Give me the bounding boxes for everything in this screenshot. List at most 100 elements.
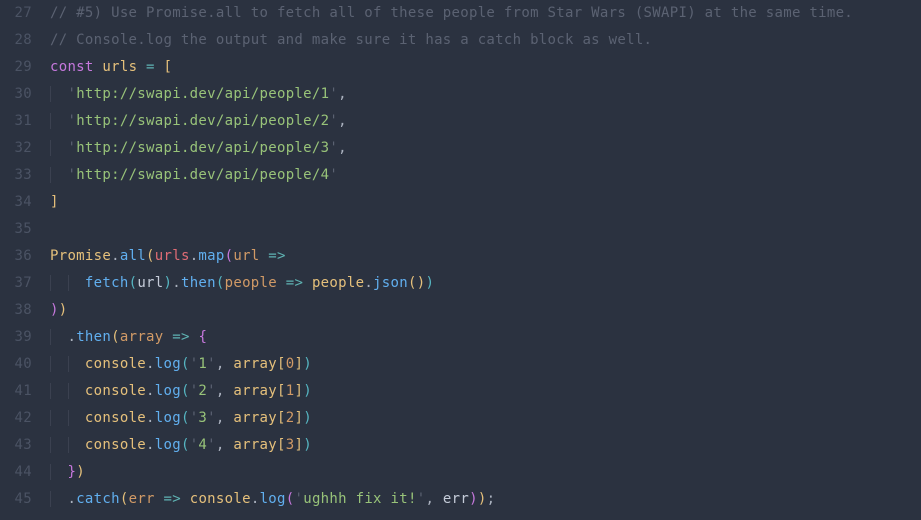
token-punct: ,	[338, 140, 347, 156]
token-punct: .	[146, 410, 155, 426]
token-bracket-b: )	[425, 275, 434, 291]
code-line[interactable]: console.log('2', array[1])	[50, 378, 921, 405]
indent	[50, 167, 67, 183]
code-line[interactable]: ))	[50, 297, 921, 324]
indent	[50, 437, 85, 453]
token-bracket-y: )	[76, 464, 85, 480]
token-bracket-y: (	[146, 248, 155, 264]
token-punct: .	[67, 329, 76, 345]
code-line[interactable]: // #5) Use Promise.all to fetch all of t…	[50, 0, 921, 27]
token-bracket-p: )	[469, 491, 478, 507]
indent	[50, 329, 67, 345]
code-line[interactable]: console.log('3', array[2])	[50, 405, 921, 432]
token-param: array	[120, 329, 164, 345]
line-number: 42	[0, 405, 32, 432]
token-punct: .	[172, 275, 181, 291]
token-strq: '	[67, 113, 76, 129]
token-ident: url	[137, 275, 163, 291]
line-number: 33	[0, 162, 32, 189]
token-ident	[155, 491, 164, 507]
code-area[interactable]: // #5) Use Promise.all to fetch all of t…	[50, 0, 921, 513]
token-punct: ,	[216, 383, 225, 399]
token-bracket-y: )	[478, 491, 487, 507]
token-string: 4	[198, 437, 207, 453]
token-comment: // #5) Use Promise.all to fetch all of t…	[50, 5, 853, 21]
line-number: 45	[0, 486, 32, 513]
token-bracket-y: ]	[50, 194, 59, 210]
token-bracket-b: )	[303, 356, 312, 372]
token-punct: .	[67, 491, 76, 507]
token-ident	[164, 329, 173, 345]
line-number: 36	[0, 243, 32, 270]
token-prop: urls	[155, 248, 190, 264]
token-ident	[260, 248, 269, 264]
line-number: 34	[0, 189, 32, 216]
code-line[interactable]: .then(array => {	[50, 324, 921, 351]
token-string: http://swapi.dev/api/people/3	[76, 140, 329, 156]
token-operator: =>	[268, 248, 285, 264]
line-number-gutter: 27282930313233343536373839404142434445	[0, 0, 50, 513]
code-line[interactable]	[50, 216, 921, 243]
token-punct: ;	[487, 491, 496, 507]
code-line[interactable]: })	[50, 459, 921, 486]
token-punct: ,	[216, 410, 225, 426]
token-strq: '	[207, 356, 216, 372]
token-bracket-p: )	[50, 302, 59, 318]
code-line[interactable]: // Console.log the output and make sure …	[50, 27, 921, 54]
indent	[50, 113, 67, 129]
code-line[interactable]: 'http://swapi.dev/api/people/4'	[50, 162, 921, 189]
code-editor[interactable]: 27282930313233343536373839404142434445 /…	[0, 0, 921, 513]
token-string: 3	[198, 410, 207, 426]
code-line[interactable]: 'http://swapi.dev/api/people/3',	[50, 135, 921, 162]
token-ident	[277, 275, 286, 291]
code-line[interactable]: console.log('1', array[0])	[50, 351, 921, 378]
token-strq: '	[329, 167, 338, 183]
line-number: 27	[0, 0, 32, 27]
indent	[50, 383, 85, 399]
token-func: map	[198, 248, 224, 264]
code-line[interactable]: 'http://swapi.dev/api/people/2',	[50, 108, 921, 135]
token-obj: array	[233, 437, 277, 453]
token-bracket-y: [	[277, 410, 286, 426]
line-number: 28	[0, 27, 32, 54]
code-line[interactable]: console.log('4', array[3])	[50, 432, 921, 459]
code-line[interactable]: 'http://swapi.dev/api/people/1',	[50, 81, 921, 108]
token-bracket-b: )	[303, 437, 312, 453]
code-line[interactable]: Promise.all(urls.map(url =>	[50, 243, 921, 270]
token-bracket-b: (	[181, 356, 190, 372]
token-strq: '	[294, 491, 303, 507]
token-punct: ,	[425, 491, 434, 507]
token-string: http://swapi.dev/api/people/4	[76, 167, 329, 183]
token-bracket-y: (	[120, 491, 129, 507]
token-punct: .	[251, 491, 260, 507]
code-line[interactable]: .catch(err => console.log('ughhh fix it!…	[50, 486, 921, 513]
line-number: 40	[0, 351, 32, 378]
token-ident	[434, 491, 443, 507]
token-variable: Promise	[50, 248, 111, 264]
token-func: fetch	[85, 275, 129, 291]
line-number: 38	[0, 297, 32, 324]
token-func: then	[76, 329, 111, 345]
token-punct: .	[146, 437, 155, 453]
line-number: 39	[0, 324, 32, 351]
token-bracket-b: (	[181, 410, 190, 426]
token-punct: ,	[216, 437, 225, 453]
token-ident	[155, 59, 164, 75]
token-bracket-y: ]	[294, 437, 303, 453]
token-bracket-y: ]	[294, 356, 303, 372]
code-line[interactable]: fetch(url).then(people => people.json())	[50, 270, 921, 297]
token-bracket-y: [	[164, 59, 173, 75]
token-bracket-y: ]	[294, 383, 303, 399]
token-func: catch	[76, 491, 120, 507]
code-line[interactable]: const urls = [	[50, 54, 921, 81]
line-number: 30	[0, 81, 32, 108]
token-bracket-p: {	[198, 329, 207, 345]
code-line[interactable]: ]	[50, 189, 921, 216]
indent	[50, 491, 67, 507]
token-string: 1	[198, 356, 207, 372]
token-obj: console	[85, 383, 146, 399]
token-string: 2	[198, 383, 207, 399]
token-strq: '	[329, 113, 338, 129]
token-bracket-y: (	[408, 275, 417, 291]
token-punct: ,	[338, 113, 347, 129]
